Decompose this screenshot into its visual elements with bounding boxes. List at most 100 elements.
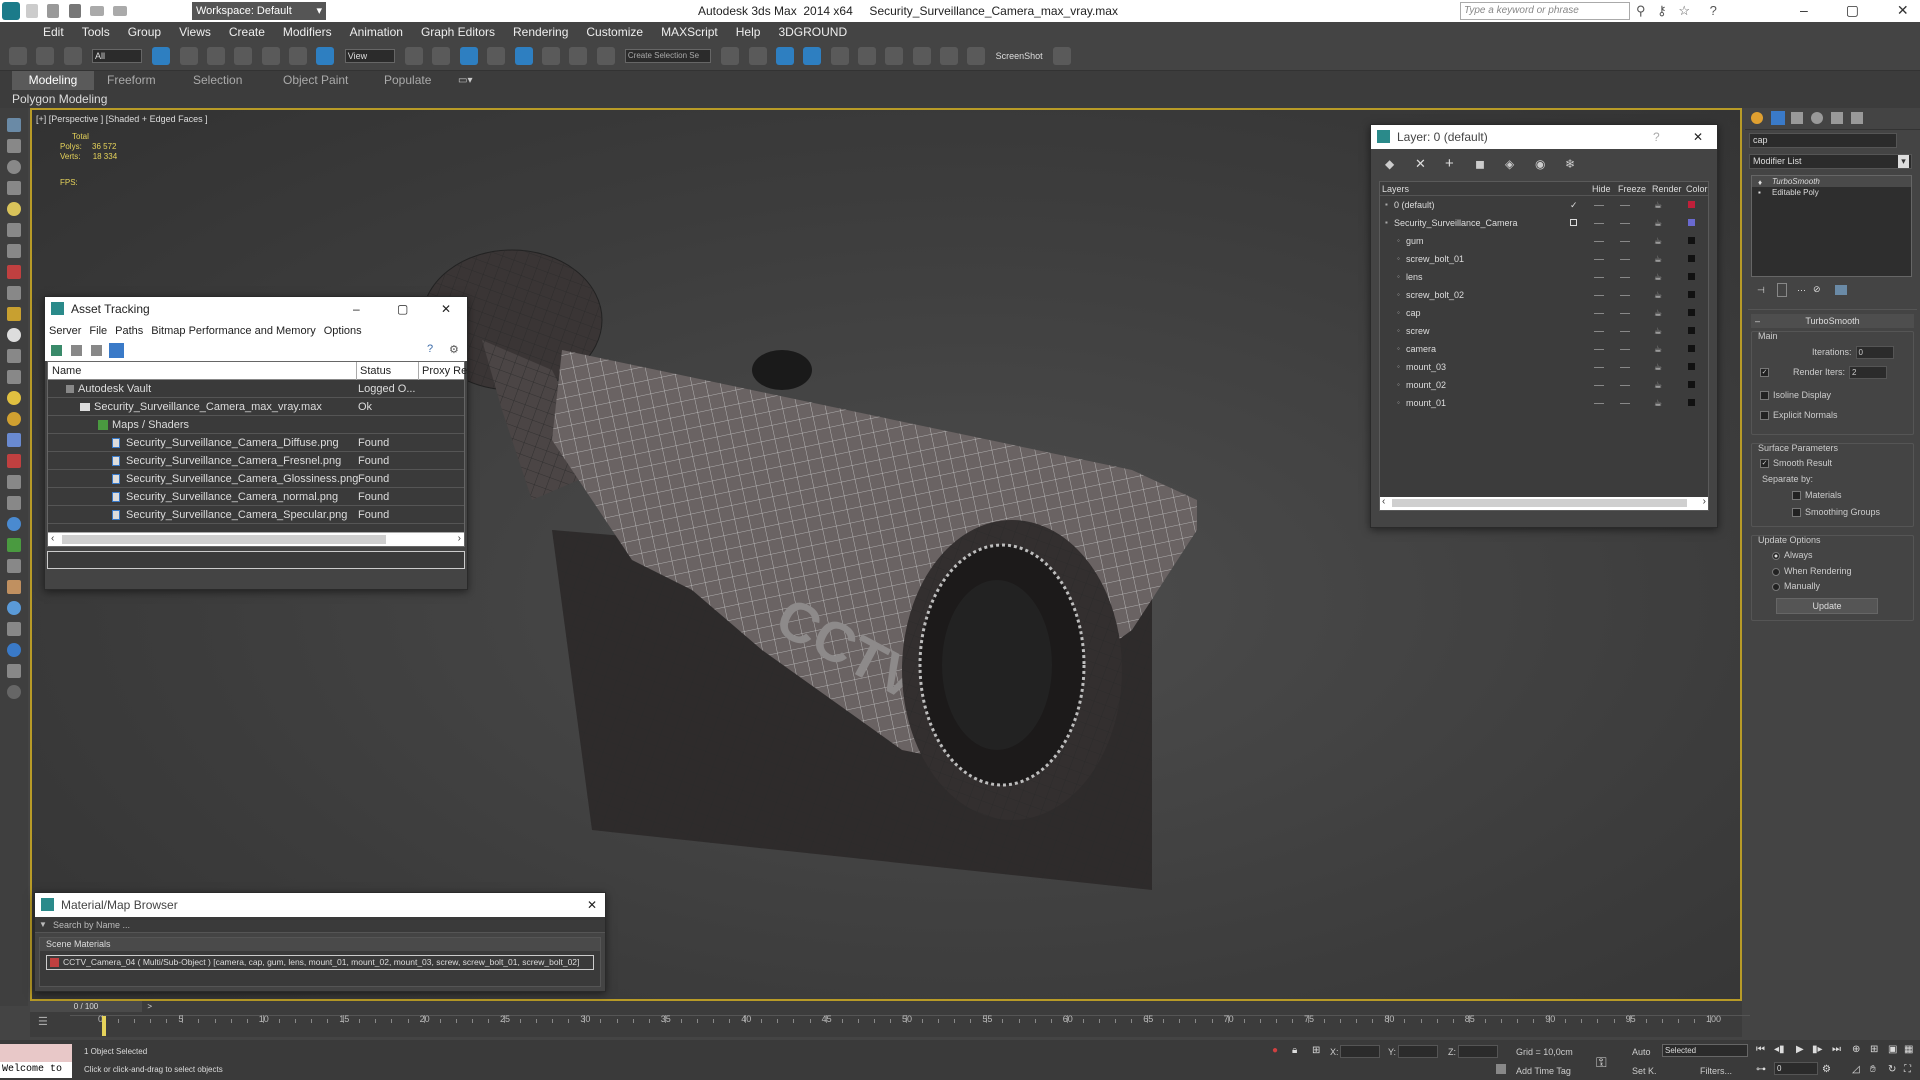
layer-row[interactable]: ◦ gum ☕︎	[1380, 232, 1708, 250]
key-icon[interactable]: ⚷	[1657, 3, 1667, 18]
layer-expand-icon[interactable]: ◦	[1397, 322, 1400, 340]
smooth-result-checkbox[interactable]: ✓	[1760, 459, 1769, 469]
pointer-icon[interactable]	[7, 118, 21, 132]
close-icon[interactable]: ✕	[441, 297, 451, 321]
hide-toggle[interactable]	[1594, 367, 1604, 368]
workspace-dropdown[interactable]: Workspace: Default ▾	[192, 2, 326, 20]
maxscript-listener[interactable]	[0, 1044, 72, 1062]
layer-color-swatch[interactable]	[1688, 327, 1695, 334]
maxscript-mini-listener[interactable]: Welcome to	[0, 1062, 72, 1078]
hide-toggle[interactable]	[1594, 403, 1604, 404]
previous-frame-icon[interactable]: ◂▮	[1774, 1044, 1785, 1055]
help-icon[interactable]: ?	[1710, 3, 1717, 18]
chevron-down-icon[interactable]: ▼	[39, 917, 47, 933]
absolute-mode-icon[interactable]: ⊞	[1312, 1045, 1320, 1056]
menu-tools[interactable]: Tools	[82, 25, 110, 39]
col-status[interactable]: Status	[356, 362, 391, 380]
auto-key-button[interactable]: Auto	[1632, 1047, 1651, 1057]
layer-expand-icon[interactable]: ◦	[1397, 286, 1400, 304]
table-row[interactable]: Security_Surveillance_Camera_Glossiness.…	[48, 470, 464, 488]
layer-color-swatch[interactable]	[1688, 255, 1695, 262]
space-warp-icon[interactable]	[7, 265, 21, 279]
field-of-view-icon[interactable]: ◿	[1852, 1064, 1860, 1075]
search-input[interactable]: Type a keyword or phrase	[1460, 2, 1630, 20]
hide-toggle[interactable]	[1594, 331, 1604, 332]
motion-tab-icon[interactable]	[1811, 112, 1823, 124]
render-toggle-icon[interactable]: ☕︎	[1654, 340, 1662, 358]
layer-color-swatch[interactable]	[1688, 291, 1695, 298]
angle-snap-icon[interactable]	[514, 47, 533, 65]
align-icon[interactable]	[748, 47, 767, 65]
reference-coordinate-dropdown[interactable]: View	[344, 49, 395, 63]
percent-snap-icon[interactable]	[541, 47, 560, 65]
cone-icon[interactable]	[7, 307, 21, 321]
tab-freeform[interactable]: Freeform	[107, 71, 156, 90]
render-toggle-icon[interactable]: ☕︎	[1654, 232, 1662, 250]
when-rendering-radio[interactable]	[1772, 567, 1780, 576]
systems-icon[interactable]	[7, 286, 21, 300]
snaps-toggle-icon[interactable]	[487, 47, 506, 65]
menu-bitmap-performance[interactable]: Bitmap Performance and Memory	[151, 325, 315, 337]
render-toggle-icon[interactable]: ☕︎	[1654, 250, 1662, 268]
mirror-icon[interactable]	[721, 47, 740, 65]
material-editor-icon[interactable]	[885, 47, 904, 65]
maximize-viewport-icon[interactable]: ⛶	[1904, 1064, 1911, 1075]
freeze-toggle[interactable]	[1620, 259, 1630, 260]
layer-expand-icon[interactable]: ◦	[1397, 304, 1400, 322]
cylinder-icon[interactable]	[7, 181, 21, 195]
list-view-icon[interactable]	[71, 345, 82, 356]
render-toggle-icon[interactable]: ☕︎	[1654, 304, 1662, 322]
sphere-icon[interactable]	[7, 160, 21, 174]
box-icon[interactable]	[7, 139, 21, 153]
menu-file[interactable]: File	[89, 325, 107, 337]
layer-color-swatch[interactable]	[1688, 363, 1695, 370]
object-name-field[interactable]: cap	[1749, 133, 1897, 148]
hide-toggle[interactable]	[1594, 295, 1604, 296]
x-coordinate-field[interactable]	[1340, 1045, 1380, 1058]
spinner-snap-icon[interactable]	[569, 47, 588, 65]
teapot-icon[interactable]	[1053, 47, 1072, 65]
layer-row[interactable]: ▪ 0 (default) ✓ ☕︎	[1380, 196, 1708, 214]
go-to-end-icon[interactable]: ⏭	[1832, 1044, 1841, 1055]
help-circle-icon[interactable]	[7, 685, 21, 699]
key-mode-icon[interactable]: ⊶	[1756, 1064, 1766, 1075]
zoom-extents-icon[interactable]: ▣	[1888, 1044, 1897, 1055]
menu-customize[interactable]: Customize	[586, 25, 643, 39]
unlink-icon[interactable]	[36, 47, 55, 65]
configure-sets-icon[interactable]	[1835, 285, 1847, 295]
layer-expand-icon[interactable]: ◦	[1397, 268, 1400, 286]
track-bar[interactable]: 0 5 10 15 20 25 30 35 40 45 50 55 60 65 70 75 80 85 90 95 10…	[70, 1014, 1750, 1037]
update-button[interactable]: Update	[1776, 598, 1878, 614]
layer-expand-icon[interactable]: ◦	[1397, 250, 1400, 268]
refresh-icon[interactable]	[51, 345, 62, 356]
ribbon-options-icon[interactable]: ▭▾	[458, 71, 472, 90]
layer-row[interactable]: ◦ camera ☕︎	[1380, 340, 1708, 358]
render-toggle-icon[interactable]: ☕︎	[1654, 268, 1662, 286]
freeze-toggle[interactable]	[1620, 241, 1630, 242]
star-icon[interactable]: ☆	[1678, 3, 1690, 18]
stack-item-turbosmooth[interactable]: ♦ TurboSmooth	[1752, 176, 1911, 187]
table-row[interactable]: Maps / Shaders	[48, 416, 464, 434]
freeze-toggle[interactable]	[1620, 205, 1630, 206]
open-file-icon[interactable]	[47, 3, 60, 18]
wrench-icon[interactable]	[7, 475, 21, 489]
render-iters-spinner[interactable]: 2	[1849, 366, 1888, 379]
move-icon[interactable]	[261, 47, 280, 65]
table-row[interactable]: Security_Surveillance_Camera_max_vray.ma…	[48, 398, 464, 416]
highlight-layer-icon[interactable]: ◈	[1505, 157, 1514, 171]
menu-animation[interactable]: Animation	[350, 25, 403, 39]
always-radio[interactable]	[1772, 551, 1780, 560]
new-file-icon[interactable]	[26, 3, 38, 18]
menu-paths[interactable]: Paths	[115, 325, 143, 337]
menu-graph-editors[interactable]: Graph Editors	[421, 25, 495, 39]
selection-filter-dropdown[interactable]: All	[92, 49, 143, 63]
col-color[interactable]: Color	[1686, 182, 1708, 196]
y-coordinate-field[interactable]	[1398, 1045, 1438, 1058]
manually-radio[interactable]	[1772, 582, 1780, 591]
table-row[interactable]: Security_Surveillance_Camera_Diffuse.png…	[48, 434, 464, 452]
key-filters-button[interactable]: Filters...	[1700, 1066, 1732, 1076]
close-icon[interactable]: ✕	[1897, 2, 1909, 18]
rendered-frame-icon[interactable]	[939, 47, 958, 65]
layer-titlebar[interactable]: Layer: 0 (default) ? ✕	[1371, 125, 1717, 149]
binoculars-icon[interactable]: ⚲	[1636, 3, 1646, 18]
